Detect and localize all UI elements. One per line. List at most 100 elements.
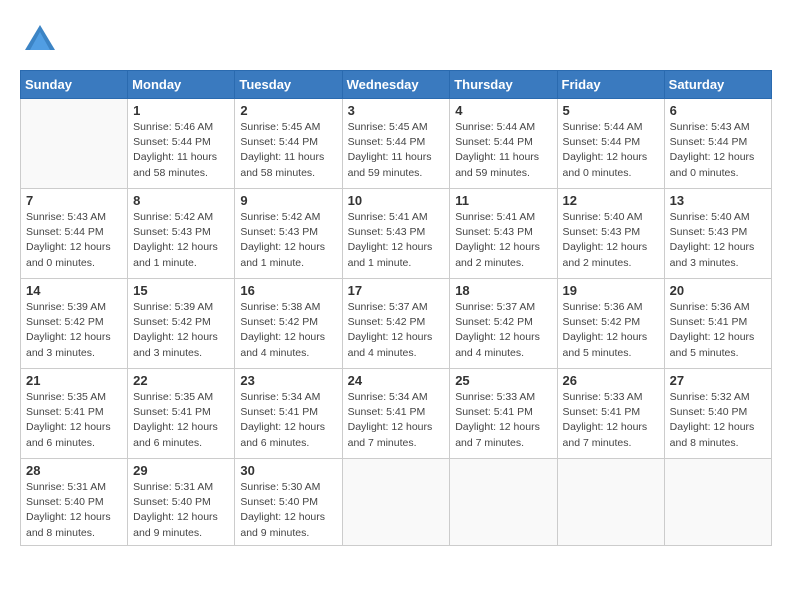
day-number: 3 bbox=[348, 103, 445, 118]
day-number: 10 bbox=[348, 193, 445, 208]
calendar-cell bbox=[342, 459, 450, 546]
day-number: 28 bbox=[26, 463, 122, 478]
calendar-week-row: 21 Sunrise: 5:35 AMSunset: 5:41 PMDayligh… bbox=[21, 369, 772, 459]
column-header-wednesday: Wednesday bbox=[342, 71, 450, 99]
day-info: Sunrise: 5:33 AMSunset: 5:41 PMDaylight:… bbox=[455, 390, 551, 451]
calendar-cell: 22 Sunrise: 5:35 AMSunset: 5:41 PMDayligh… bbox=[128, 369, 235, 459]
day-number: 25 bbox=[455, 373, 551, 388]
day-number: 22 bbox=[133, 373, 229, 388]
day-number: 24 bbox=[348, 373, 445, 388]
day-info: Sunrise: 5:45 AMSunset: 5:44 PMDaylight:… bbox=[240, 120, 336, 181]
day-number: 5 bbox=[563, 103, 659, 118]
day-info: Sunrise: 5:36 AMSunset: 5:42 PMDaylight:… bbox=[563, 300, 659, 361]
column-header-monday: Monday bbox=[128, 71, 235, 99]
day-number: 8 bbox=[133, 193, 229, 208]
day-number: 29 bbox=[133, 463, 229, 478]
day-info: Sunrise: 5:41 AMSunset: 5:43 PMDaylight:… bbox=[455, 210, 551, 271]
day-info: Sunrise: 5:40 AMSunset: 5:43 PMDaylight:… bbox=[563, 210, 659, 271]
day-number: 27 bbox=[670, 373, 766, 388]
calendar-cell: 21 Sunrise: 5:35 AMSunset: 5:41 PMDayligh… bbox=[21, 369, 128, 459]
day-number: 9 bbox=[240, 193, 336, 208]
calendar-cell: 25 Sunrise: 5:33 AMSunset: 5:41 PMDayligh… bbox=[450, 369, 557, 459]
calendar-cell: 8 Sunrise: 5:42 AMSunset: 5:43 PMDaylight… bbox=[128, 189, 235, 279]
calendar-cell: 15 Sunrise: 5:39 AMSunset: 5:42 PMDayligh… bbox=[128, 279, 235, 369]
day-info: Sunrise: 5:33 AMSunset: 5:41 PMDaylight:… bbox=[563, 390, 659, 451]
column-header-saturday: Saturday bbox=[664, 71, 771, 99]
calendar-cell: 16Sunrise: 5:38 AMSunset: 5:42 PMDayligh… bbox=[235, 279, 342, 369]
day-info: Sunrise: 5:40 AMSunset: 5:43 PMDaylight:… bbox=[670, 210, 766, 271]
day-info: Sunrise: 5:30 AMSunset: 5:40 PMDaylight:… bbox=[240, 480, 336, 541]
calendar-cell bbox=[450, 459, 557, 546]
calendar-cell: 13 Sunrise: 5:40 AMSunset: 5:43 PMDayligh… bbox=[664, 189, 771, 279]
day-number: 26 bbox=[563, 373, 659, 388]
column-header-sunday: Sunday bbox=[21, 71, 128, 99]
day-info: Sunrise: 5:43 AMSunset: 5:44 PMDaylight:… bbox=[670, 120, 766, 181]
day-number: 4 bbox=[455, 103, 551, 118]
day-info: Sunrise: 5:37 AMSunset: 5:42 PMDaylight:… bbox=[455, 300, 551, 361]
calendar-cell: 24 Sunrise: 5:34 AMSunset: 5:41 PMDayligh… bbox=[342, 369, 450, 459]
calendar-week-row: 7 Sunrise: 5:43 AMSunset: 5:44 PMDaylight… bbox=[21, 189, 772, 279]
day-number: 6 bbox=[670, 103, 766, 118]
day-info: Sunrise: 5:44 AMSunset: 5:44 PMDaylight:… bbox=[563, 120, 659, 181]
day-number: 7 bbox=[26, 193, 122, 208]
day-number: 14 bbox=[26, 283, 122, 298]
calendar-table: SundayMondayTuesdayWednesdayThursdayFrid… bbox=[20, 70, 772, 546]
day-info: Sunrise: 5:39 AMSunset: 5:42 PMDaylight:… bbox=[133, 300, 229, 361]
calendar-cell: 28Sunrise: 5:31 AMSunset: 5:40 PMDayligh… bbox=[21, 459, 128, 546]
logo bbox=[20, 20, 64, 60]
calendar-cell: 3 Sunrise: 5:45 AMSunset: 5:44 PMDaylight… bbox=[342, 99, 450, 189]
calendar-cell: 2 Sunrise: 5:45 AMSunset: 5:44 PMDaylight… bbox=[235, 99, 342, 189]
calendar-cell: 5 Sunrise: 5:44 AMSunset: 5:44 PMDaylight… bbox=[557, 99, 664, 189]
day-info: Sunrise: 5:39 AMSunset: 5:42 PMDaylight:… bbox=[26, 300, 122, 361]
day-info: Sunrise: 5:46 AMSunset: 5:44 PMDaylight:… bbox=[133, 120, 229, 181]
day-number: 11 bbox=[455, 193, 551, 208]
day-info: Sunrise: 5:44 AMSunset: 5:44 PMDaylight:… bbox=[455, 120, 551, 181]
calendar-cell: 4 Sunrise: 5:44 AMSunset: 5:44 PMDaylight… bbox=[450, 99, 557, 189]
day-info: Sunrise: 5:35 AMSunset: 5:41 PMDaylight:… bbox=[26, 390, 122, 451]
day-info: Sunrise: 5:37 AMSunset: 5:42 PMDaylight:… bbox=[348, 300, 445, 361]
day-info: Sunrise: 5:31 AMSunset: 5:40 PMDaylight:… bbox=[133, 480, 229, 541]
day-number: 18 bbox=[455, 283, 551, 298]
column-header-friday: Friday bbox=[557, 71, 664, 99]
day-number: 30 bbox=[240, 463, 336, 478]
calendar-cell: 30 Sunrise: 5:30 AMSunset: 5:40 PMDayligh… bbox=[235, 459, 342, 546]
day-number: 17 bbox=[348, 283, 445, 298]
calendar-cell: 19Sunrise: 5:36 AMSunset: 5:42 PMDayligh… bbox=[557, 279, 664, 369]
column-header-thursday: Thursday bbox=[450, 71, 557, 99]
calendar-cell: 27Sunrise: 5:32 AMSunset: 5:40 PMDayligh… bbox=[664, 369, 771, 459]
day-info: Sunrise: 5:43 AMSunset: 5:44 PMDaylight:… bbox=[26, 210, 122, 271]
calendar-week-row: 1Sunrise: 5:46 AMSunset: 5:44 PMDaylight… bbox=[21, 99, 772, 189]
calendar-body: 1Sunrise: 5:46 AMSunset: 5:44 PMDaylight… bbox=[21, 99, 772, 546]
calendar-cell: 14 Sunrise: 5:39 AMSunset: 5:42 PMDayligh… bbox=[21, 279, 128, 369]
day-info: Sunrise: 5:45 AMSunset: 5:44 PMDaylight:… bbox=[348, 120, 445, 181]
calendar-cell: 1Sunrise: 5:46 AMSunset: 5:44 PMDaylight… bbox=[128, 99, 235, 189]
calendar-header-row: SundayMondayTuesdayWednesdayThursdayFrid… bbox=[21, 71, 772, 99]
calendar-cell: 29 Sunrise: 5:31 AMSunset: 5:40 PMDayligh… bbox=[128, 459, 235, 546]
calendar-cell: 9Sunrise: 5:42 AMSunset: 5:43 PMDaylight… bbox=[235, 189, 342, 279]
day-number: 15 bbox=[133, 283, 229, 298]
calendar-cell: 26 Sunrise: 5:33 AMSunset: 5:41 PMDayligh… bbox=[557, 369, 664, 459]
calendar-cell: 12Sunrise: 5:40 AMSunset: 5:43 PMDayligh… bbox=[557, 189, 664, 279]
calendar-week-row: 14 Sunrise: 5:39 AMSunset: 5:42 PMDayligh… bbox=[21, 279, 772, 369]
calendar-cell: 17 Sunrise: 5:37 AMSunset: 5:42 PMDayligh… bbox=[342, 279, 450, 369]
day-info: Sunrise: 5:42 AMSunset: 5:43 PMDaylight:… bbox=[133, 210, 229, 271]
logo-icon bbox=[20, 20, 60, 60]
calendar-cell: 7 Sunrise: 5:43 AMSunset: 5:44 PMDaylight… bbox=[21, 189, 128, 279]
column-header-tuesday: Tuesday bbox=[235, 71, 342, 99]
day-info: Sunrise: 5:35 AMSunset: 5:41 PMDaylight:… bbox=[133, 390, 229, 451]
calendar-cell: 10 Sunrise: 5:41 AMSunset: 5:43 PMDayligh… bbox=[342, 189, 450, 279]
calendar-cell: 11 Sunrise: 5:41 AMSunset: 5:43 PMDayligh… bbox=[450, 189, 557, 279]
day-number: 16 bbox=[240, 283, 336, 298]
day-info: Sunrise: 5:41 AMSunset: 5:43 PMDaylight:… bbox=[348, 210, 445, 271]
day-info: Sunrise: 5:36 AMSunset: 5:41 PMDaylight:… bbox=[670, 300, 766, 361]
day-number: 20 bbox=[670, 283, 766, 298]
day-number: 2 bbox=[240, 103, 336, 118]
calendar-cell bbox=[664, 459, 771, 546]
calendar-cell: 20 Sunrise: 5:36 AMSunset: 5:41 PMDayligh… bbox=[664, 279, 771, 369]
day-number: 13 bbox=[670, 193, 766, 208]
day-number: 23 bbox=[240, 373, 336, 388]
day-info: Sunrise: 5:34 AMSunset: 5:41 PMDaylight:… bbox=[240, 390, 336, 451]
day-info: Sunrise: 5:34 AMSunset: 5:41 PMDaylight:… bbox=[348, 390, 445, 451]
day-number: 21 bbox=[26, 373, 122, 388]
calendar-cell: 18 Sunrise: 5:37 AMSunset: 5:42 PMDayligh… bbox=[450, 279, 557, 369]
